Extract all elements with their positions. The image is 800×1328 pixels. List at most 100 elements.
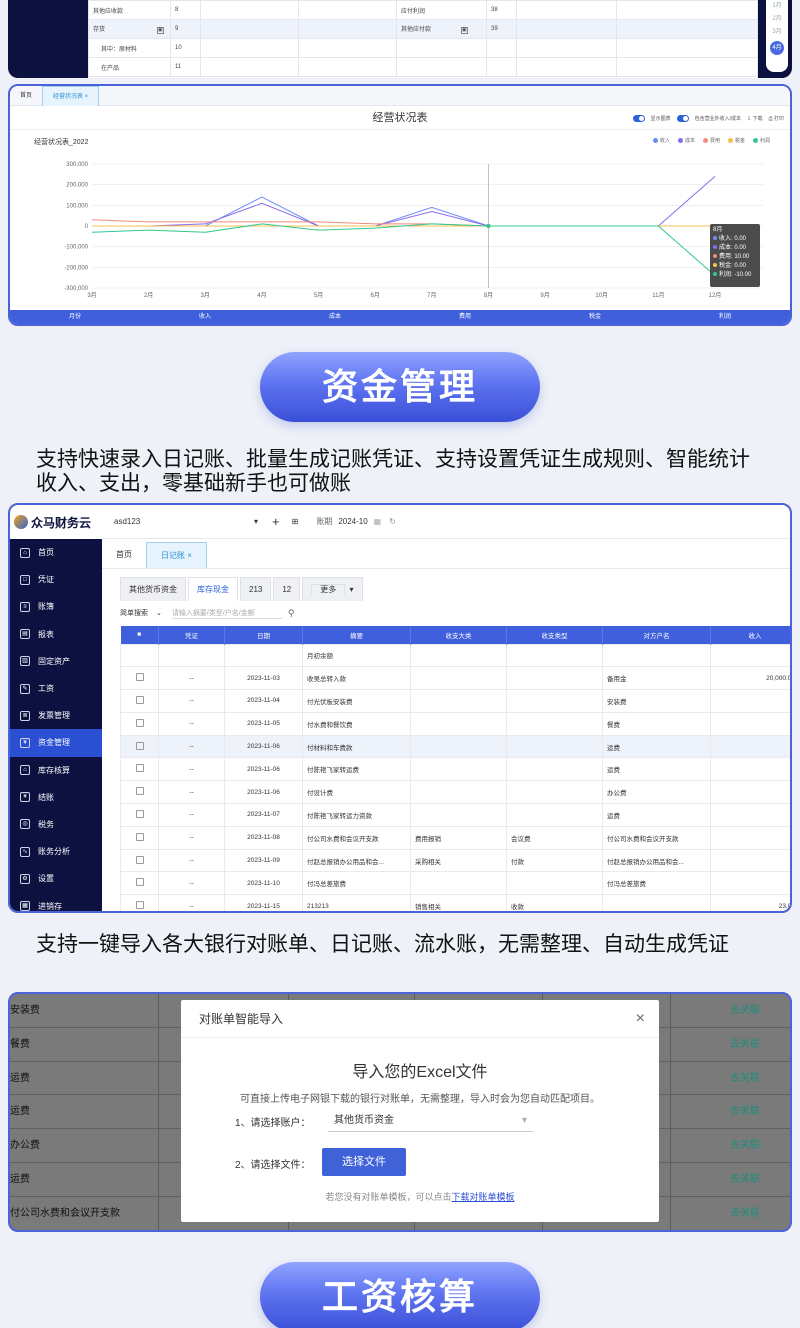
row-checkbox[interactable] <box>135 718 144 727</box>
row-checkbox[interactable] <box>135 809 144 818</box>
fund-description: 支持快速录入日记账、批量生成记账凭证、支持设置凭证生成规则、智能统计收入、支出，… <box>36 448 750 495</box>
legend-item[interactable]: 成本 <box>677 137 695 144</box>
row-checkbox[interactable] <box>135 741 144 750</box>
link-button[interactable]: 去关联 <box>730 1129 760 1162</box>
legend-item[interactable]: 利润 <box>752 137 770 144</box>
download-button[interactable]: ⇩ 下载 <box>747 115 763 122</box>
sidebar-item[interactable]: ≣ 发票管理 <box>10 702 102 729</box>
legend-item[interactable]: 费用 <box>702 137 720 144</box>
sidebar-item-label: 进销存 <box>38 901 62 911</box>
sidebar-item[interactable]: □ 凭证 <box>10 566 102 593</box>
tab-operating-status[interactable]: 经营状况表 × <box>42 86 100 106</box>
row-checkbox[interactable] <box>135 673 144 682</box>
show-chart-toggle[interactable] <box>632 114 645 122</box>
link-button[interactable]: 去关联 <box>730 1197 760 1230</box>
link-button[interactable]: 去关联 <box>730 994 760 1027</box>
sidebar-item[interactable]: ¥ 结账 <box>10 784 102 811</box>
sidebar-item-label: 税务 <box>38 819 54 829</box>
table-row[interactable]: -- 2023-11-05 付水费和餐饮费 餐费 <box>120 711 790 736</box>
cell-cat: 销售相关 <box>410 894 507 911</box>
print-button[interactable]: ⎙ 打印 <box>769 115 784 122</box>
table-row[interactable]: -- 2023-11-04 付光伏板安装费 安装费 <box>120 689 790 713</box>
tab-more[interactable]: 更多 ▾ <box>302 577 363 601</box>
table-row[interactable]: --2023-11-15213213销售相关收款 23.00 <box>120 894 790 911</box>
table-row[interactable]: -- 2023-11-08 付公司水费和会议开支款 费用报销 会议费 付公司水费和会议开支… <box>120 825 790 850</box>
chevron-down-icon[interactable]: ▾ <box>254 517 258 526</box>
sidebar-item[interactable]: ◎ 税务 <box>10 811 102 838</box>
column-header: 月份 <box>68 314 81 320</box>
sidebar-item[interactable]: ¥ 资金管理 <box>10 729 102 757</box>
sidebar-item[interactable]: ⌂ 首页 <box>10 539 102 566</box>
x-tick-label: 5月 <box>314 292 323 299</box>
download-template-link[interactable]: 下载对账单模板 <box>452 1192 515 1202</box>
row-checkbox[interactable] <box>135 695 144 704</box>
tab-other-funds[interactable]: 其他货币资金 <box>120 577 186 601</box>
chevron-down-icon[interactable]: ⌄ <box>156 609 162 617</box>
row-checkbox[interactable] <box>135 878 144 887</box>
tab-home[interactable]: 首页 <box>102 542 146 568</box>
include-nonop-toggle[interactable] <box>676 114 689 122</box>
tab-12[interactable]: 12 <box>273 577 301 601</box>
formula-icon[interactable]: ▣ <box>460 27 468 34</box>
tooltip-line: 税金: 0.00 <box>713 262 757 271</box>
refresh-icon[interactable]: ↻ <box>389 517 396 526</box>
cell-cat <box>410 689 507 713</box>
filter-mode[interactable]: 简单搜索 <box>120 608 148 618</box>
table-row[interactable]: -- 2023-11-10 付冯总差旅费 付冯总差旅费 <box>120 871 790 896</box>
table-row: 其他应收款 8 应付利润 38 <box>88 0 758 20</box>
sidebar-item[interactable]: ✎ 工资 <box>10 675 102 702</box>
opening-balance-row: 月初余额 <box>120 643 790 668</box>
sidebar-item[interactable]: ▤ 报表 <box>10 621 102 648</box>
table-row[interactable]: -- 2023-11-06 付设计费 办公费 <box>120 780 790 805</box>
close-icon[interactable]: × <box>636 1000 645 1038</box>
account-selector[interactable]: asd123 <box>114 517 254 526</box>
table-row[interactable]: -- 2023-11-09 付赵总报销办公用品和会... 采购相关 付款 付赵总报销办公用… <box>120 848 790 873</box>
table-row[interactable]: -- 2023-11-07 付陈艳飞家转运力资款 运费 <box>120 803 790 827</box>
month-item-active[interactable]: 4月 <box>770 41 784 55</box>
add-icon[interactable]: + <box>272 514 280 529</box>
row-checkbox[interactable] <box>135 787 144 796</box>
cell-date: 2023-11-10 <box>224 871 303 896</box>
select-all-header[interactable]: ■ <box>120 626 159 644</box>
month-item[interactable]: 3月 <box>766 26 788 39</box>
top-bar: asd123 ▾ + ⊞ 账期 2024-10 ▦ ↻ <box>102 505 790 539</box>
link-button[interactable]: 去关联 <box>730 1028 760 1061</box>
tab-home[interactable]: 首页 <box>10 86 42 106</box>
choose-file-button[interactable]: 选择文件 <box>322 1148 406 1176</box>
search-icon[interactable]: ⚲ <box>288 608 295 619</box>
sidebar-item[interactable]: ▥ 固定资产 <box>10 648 102 675</box>
sidebar-item[interactable]: ⚙ 设置 <box>10 865 102 892</box>
period-value[interactable]: 2024-10 <box>338 517 367 526</box>
import-dialog: 对账单智能导入 × 导入您的Excel文件 可直接上传电子网银下载的银行对账单，无… <box>181 1000 659 1222</box>
search-input[interactable]: 请输入摘要/类型/户名/金额 <box>171 608 282 619</box>
row-checkbox[interactable] <box>135 832 144 841</box>
link-button[interactable]: 去关联 <box>730 1062 760 1095</box>
link-button[interactable]: 去关联 <box>730 1095 760 1128</box>
sidebar-item[interactable]: ⌂ 库存核算 <box>10 757 102 784</box>
tab-journal[interactable]: 日记账 × <box>146 542 207 568</box>
month-item[interactable]: 1月 <box>766 0 788 13</box>
tab-213[interactable]: 213 <box>240 577 272 601</box>
download-icon: ⇩ <box>746 115 752 122</box>
grid-icon[interactable]: ⊞ <box>292 517 299 526</box>
row-checkbox[interactable] <box>135 855 144 864</box>
account-select[interactable]: 其他货币资金 ▾ <box>328 1110 533 1132</box>
row-number: 10 <box>170 38 201 58</box>
month-item[interactable]: 2月 <box>766 13 788 26</box>
row-checkbox[interactable] <box>135 901 144 910</box>
cell-summary: 付材料和车费款 <box>302 734 411 759</box>
table-row: 其中：原材料 10 <box>88 38 758 58</box>
tab-cash[interactable]: 库存现金 <box>188 577 238 601</box>
table-row[interactable]: -- 2023-11-06 付陈艳飞家转运费 运费 <box>120 757 790 782</box>
legend-item[interactable]: 税金 <box>727 137 745 144</box>
row-checkbox[interactable] <box>135 764 144 773</box>
calendar-icon[interactable]: ▦ <box>374 517 382 526</box>
sidebar-item[interactable]: ▦ 进销存 <box>10 892 102 911</box>
table-row[interactable]: --2023-11-03收吴总转入款 备用金20,000.00 <box>120 666 790 691</box>
legend-item[interactable]: 收入 <box>652 137 670 144</box>
table-row[interactable]: -- 2023-11-06 付材料和车费款 运费 <box>120 734 790 759</box>
link-button[interactable]: 去关联 <box>730 1163 760 1196</box>
formula-icon[interactable]: ▣ <box>156 27 164 34</box>
sidebar-item[interactable]: ≡ 账簿 <box>10 593 102 620</box>
sidebar-item[interactable]: ∿ 账务分析 <box>10 838 102 865</box>
